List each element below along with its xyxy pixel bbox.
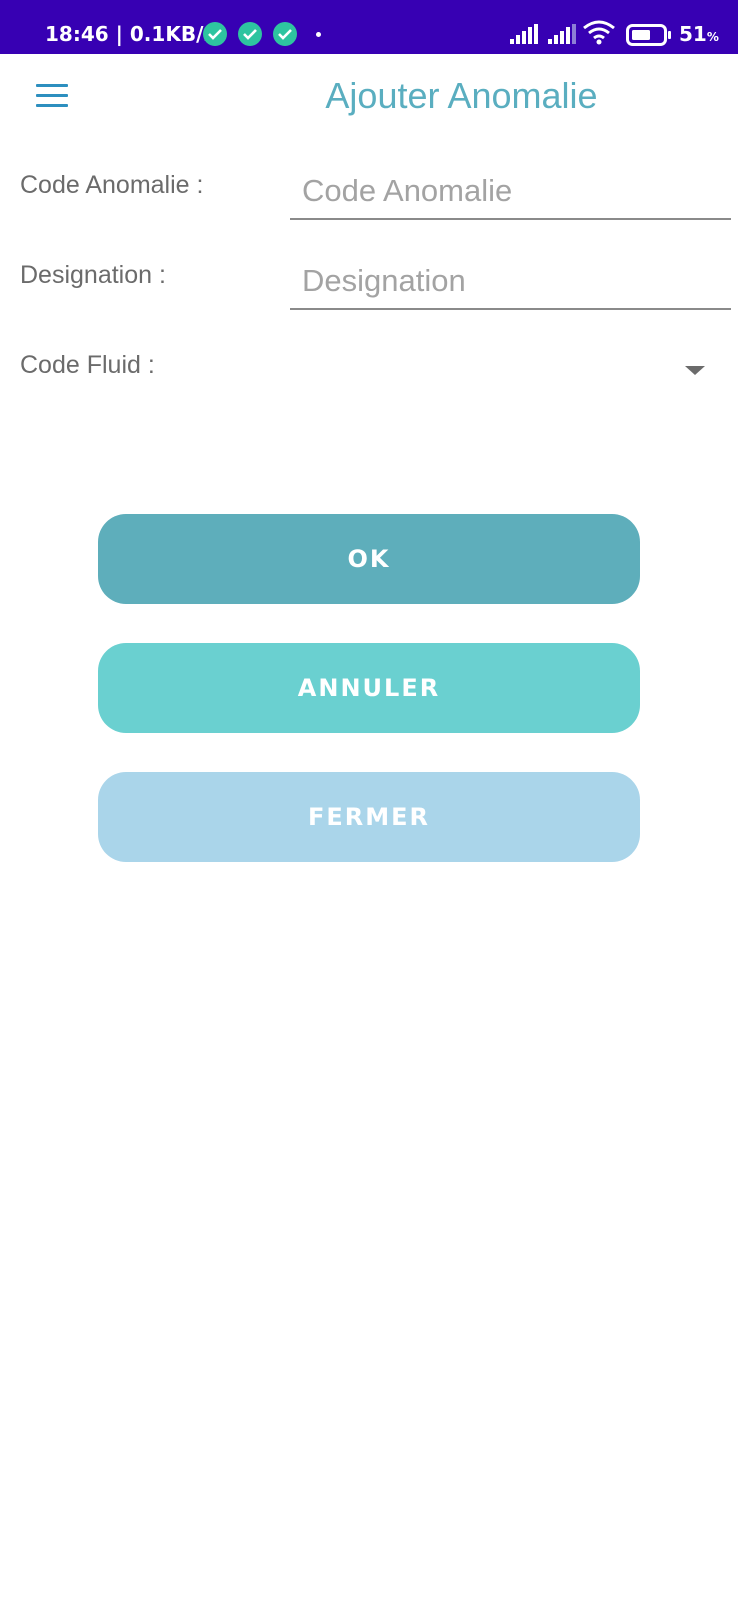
check-circle-icon	[238, 22, 262, 46]
code-anomalie-input[interactable]	[290, 164, 731, 220]
check-circle-icon	[273, 22, 297, 46]
signal-icon	[548, 24, 576, 44]
page-title: Ajouter Anomalie	[325, 75, 598, 116]
app-bar: Ajouter Anomalie	[0, 54, 738, 140]
status-bar: 18:46 | 0.1KB/s 51%	[0, 0, 738, 54]
annuler-button[interactable]: ANNULER	[98, 643, 640, 733]
battery-icon	[626, 24, 671, 46]
designation-input[interactable]	[290, 254, 731, 310]
status-time-speed: 18:46 | 0.1KB/s	[45, 22, 216, 46]
dot-icon	[316, 32, 321, 37]
check-circle-icon	[203, 22, 227, 46]
code-fluid-dropdown[interactable]	[290, 344, 731, 388]
battery-percent: 51%	[679, 22, 719, 46]
code-anomalie-label: Code Anomalie :	[20, 171, 204, 199]
ok-button[interactable]: OK	[98, 514, 640, 604]
fermer-button[interactable]: FERMER	[98, 772, 640, 862]
designation-label: Designation :	[20, 261, 166, 289]
signal-icon	[510, 24, 538, 44]
wifi-icon	[583, 20, 615, 45]
code-fluid-label: Code Fluid :	[20, 351, 155, 379]
dropdown-arrow-icon	[685, 366, 705, 375]
